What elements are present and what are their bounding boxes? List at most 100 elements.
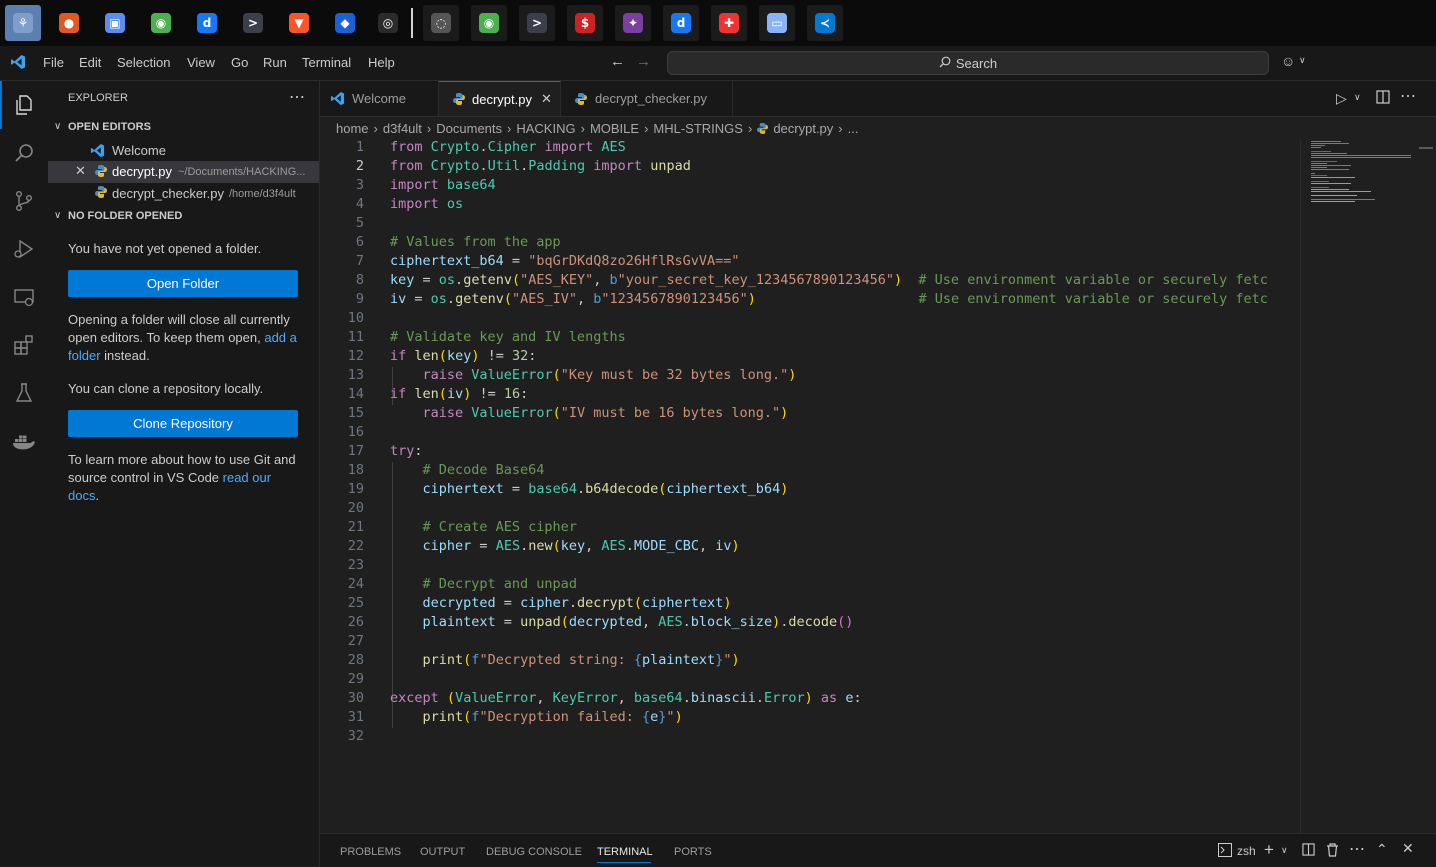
- breadcrumb-home[interactable]: home: [336, 121, 369, 136]
- breadcrumb-documents[interactable]: Documents: [436, 121, 502, 136]
- explorer-title: EXPLORER: [68, 92, 128, 104]
- start-menu-icon[interactable]: ⚘: [5, 5, 41, 41]
- open-editor-path: ~/Documents/HACKING...: [178, 166, 306, 178]
- breadcrumb-mobile[interactable]: MOBILE: [590, 121, 639, 136]
- close-icon[interactable]: ✕: [1402, 840, 1414, 857]
- minimap-line: [1311, 175, 1327, 176]
- chevron-down-icon[interactable]: ∨: [1299, 55, 1306, 66]
- no-folder-header[interactable]: NO FOLDER OPENED: [68, 210, 182, 222]
- search-view-icon[interactable]: [0, 129, 48, 177]
- line-number: 4: [355, 196, 364, 212]
- code-line-22: cipher = AES.new(key, AES.MODE_CBC, iv): [422, 538, 740, 554]
- chevron-right-icon: ›: [373, 120, 378, 136]
- chevron-down-icon[interactable]: ∨: [1354, 92, 1361, 103]
- line-number: 31: [347, 709, 364, 725]
- obs-icon[interactable]: ◎: [370, 5, 406, 41]
- red-terminal-icon[interactable]: $: [567, 5, 603, 41]
- more-actions-icon[interactable]: ⋯: [289, 87, 305, 107]
- terminal-icon[interactable]: >: [235, 5, 271, 41]
- close-icon[interactable]: ✕: [75, 163, 86, 179]
- close-icon[interactable]: ✕: [541, 91, 552, 107]
- menu-run[interactable]: Run: [263, 55, 287, 70]
- run-debug-icon[interactable]: [0, 225, 48, 273]
- line-number: 19: [347, 481, 364, 497]
- menu-go[interactable]: Go: [231, 55, 248, 70]
- chevron-down-icon[interactable]: ∨: [54, 210, 61, 221]
- terminal-shell-name[interactable]: zsh: [1237, 844, 1256, 858]
- files-window-icon[interactable]: ▭: [759, 5, 795, 41]
- open-editor-decrypt[interactable]: ✕ decrypt.py ~/Documents/HACKING...: [48, 161, 319, 183]
- open-editor-decrypt-checker[interactable]: decrypt_checker.py /home/d3f4ult: [48, 182, 319, 204]
- burp-icon[interactable]: ◌: [423, 5, 459, 41]
- menu-edit[interactable]: Edit: [79, 55, 101, 70]
- panel-tab-problems[interactable]: PROBLEMS: [340, 846, 401, 858]
- breadcrumb-user[interactable]: d3f4ult: [383, 121, 422, 136]
- chevron-right-icon: ›: [507, 120, 512, 136]
- trash-icon[interactable]: [1326, 843, 1339, 862]
- line-number: 10: [347, 310, 364, 326]
- remote-explorer-icon[interactable]: [0, 273, 48, 321]
- minimap-line: [1311, 189, 1349, 190]
- menu-view[interactable]: View: [187, 55, 215, 70]
- tiktok-icon[interactable]: d: [189, 5, 225, 41]
- breadcrumb-mhl-strings[interactable]: MHL-STRINGS: [653, 121, 743, 136]
- chrome-icon[interactable]: ◉: [143, 5, 179, 41]
- menu-terminal[interactable]: Terminal: [302, 55, 351, 70]
- open-editors-header[interactable]: OPEN EDITORS: [68, 121, 151, 133]
- anydesk-icon[interactable]: ✚: [711, 5, 747, 41]
- line-number: 5: [355, 215, 364, 231]
- breadcrumb-symbol[interactable]: ...: [848, 121, 859, 136]
- breadcrumb-hacking[interactable]: HACKING: [516, 121, 575, 136]
- tab-label: decrypt.py: [472, 91, 532, 107]
- panel-tab-ports[interactable]: PORTS: [674, 846, 712, 858]
- python-file-icon: [453, 92, 465, 106]
- line-number: 1: [355, 139, 364, 155]
- run-python-icon[interactable]: ▷: [1336, 90, 1347, 107]
- chevron-down-icon[interactable]: ∨: [54, 121, 61, 132]
- colorful-app-icon[interactable]: ✦: [615, 5, 651, 41]
- tab-decrypt-checker-py[interactable]: decrypt_checker.py: [561, 81, 733, 116]
- terminal-window-icon[interactable]: >: [519, 5, 555, 41]
- chevron-down-icon[interactable]: ∨: [1281, 845, 1288, 856]
- clone-repository-button[interactable]: Clone Repository: [68, 410, 298, 437]
- back-arrow-icon[interactable]: ←: [610, 53, 625, 70]
- copilot-icon[interactable]: ☺: [1281, 53, 1295, 69]
- burp-icon-glyph: ◌: [431, 13, 451, 33]
- minimap[interactable]: [1300, 139, 1433, 833]
- panel-tab-output[interactable]: OUTPUT: [420, 846, 465, 858]
- docker-icon[interactable]: [0, 417, 48, 465]
- metasploit-icon[interactable]: ◆: [327, 5, 363, 41]
- open-editor-welcome[interactable]: Welcome: [48, 140, 319, 162]
- source-control-icon[interactable]: [0, 177, 48, 225]
- menu-selection[interactable]: Selection: [117, 55, 170, 70]
- code-editor[interactable]: 1 2 3 4 5 6 7 8 9 10 11 12 13 14 15 16 17 18 19 20 21 22 23 24 2…: [320, 139, 1300, 833]
- brave-icon[interactable]: ▼: [281, 5, 317, 41]
- new-terminal-icon[interactable]: +: [1264, 840, 1274, 860]
- testing-icon[interactable]: [0, 369, 48, 417]
- extensions-icon[interactable]: [0, 321, 48, 369]
- split-terminal-icon[interactable]: [1302, 843, 1315, 861]
- firefox-icon[interactable]: ●: [51, 5, 87, 41]
- scrollbar-marker: [1419, 147, 1433, 149]
- tab-welcome[interactable]: Welcome: [320, 81, 439, 116]
- explorer-icon[interactable]: [0, 81, 48, 129]
- panel-tab-terminal[interactable]: TERMINAL: [597, 846, 653, 858]
- more-actions-icon[interactable]: ⋯: [1349, 839, 1365, 859]
- files-icon[interactable]: ▣: [97, 5, 133, 41]
- menu-file[interactable]: File: [43, 55, 64, 70]
- forward-arrow-icon[interactable]: →: [636, 53, 651, 70]
- open-folder-button[interactable]: Open Folder: [68, 270, 298, 297]
- command-center-search[interactable]: Search: [667, 51, 1269, 75]
- chrome-window-icon[interactable]: ◉: [471, 5, 507, 41]
- vscode-window-icon[interactable]: ≺: [807, 5, 843, 41]
- line-number: 27: [347, 633, 364, 649]
- metasploit-icon-glyph: ◆: [335, 13, 355, 33]
- breadcrumb-file[interactable]: decrypt.py: [773, 121, 833, 136]
- tab-decrypt-py[interactable]: decrypt.py ✕: [439, 81, 561, 116]
- split-editor-icon[interactable]: [1376, 90, 1390, 109]
- panel-tab-debug-console[interactable]: DEBUG CONSOLE: [486, 846, 582, 858]
- tiktok-window-icon[interactable]: d: [663, 5, 699, 41]
- maximize-panel-icon[interactable]: ⌃: [1376, 841, 1388, 858]
- menu-help[interactable]: Help: [368, 55, 395, 70]
- more-actions-icon[interactable]: ⋯: [1400, 86, 1416, 106]
